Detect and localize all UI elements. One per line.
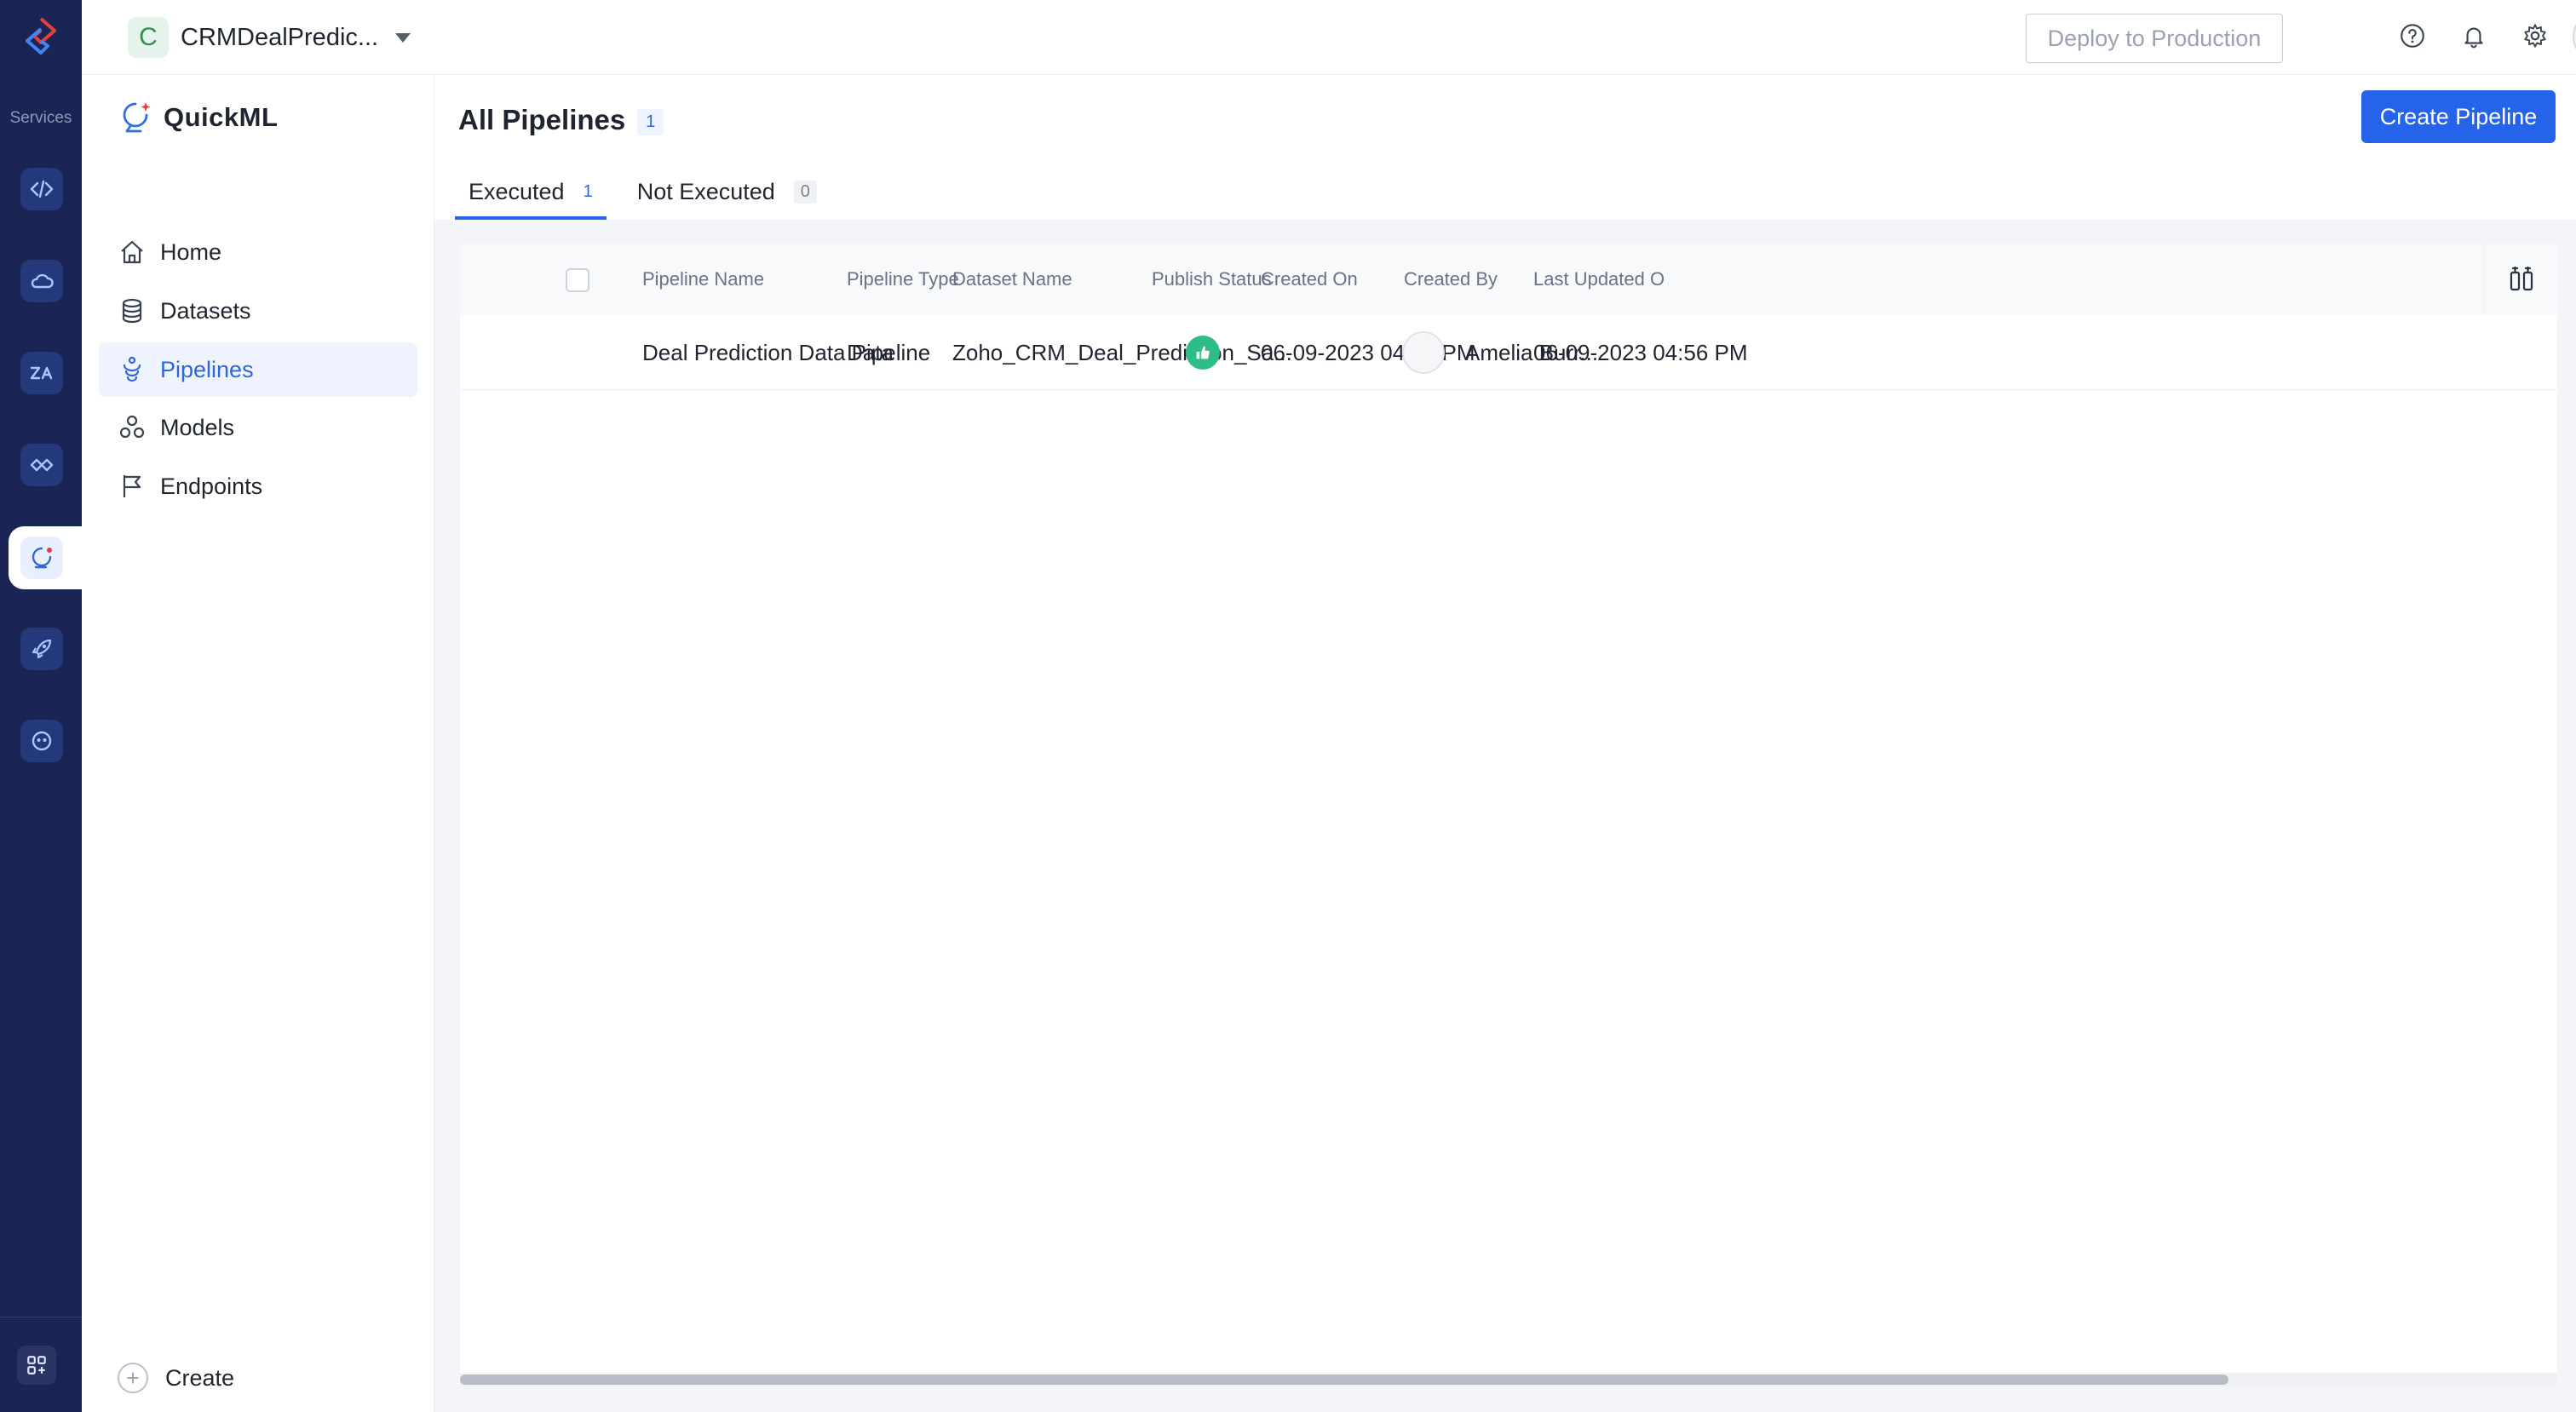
sidebar-item-label: Home bbox=[160, 238, 222, 265]
column-settings-icon bbox=[2510, 266, 2533, 291]
gear-icon bbox=[2524, 24, 2546, 48]
handshake-icon bbox=[30, 458, 54, 472]
services-rail: Services bbox=[0, 0, 82, 1412]
user-avatar[interactable] bbox=[2573, 12, 2576, 61]
tab-count: 0 bbox=[793, 180, 817, 204]
quickml-service-button[interactable] bbox=[20, 537, 63, 579]
integration-service-button[interactable] bbox=[20, 444, 63, 486]
sidebar-item-label: Models bbox=[160, 414, 235, 440]
flag-icon bbox=[123, 475, 141, 497]
sidebar-item-label: Datasets bbox=[160, 297, 251, 324]
project-name: CRMDealPredic... bbox=[181, 23, 379, 51]
column-header-created-by[interactable]: Created By bbox=[1404, 244, 1498, 315]
sidebar-item-label: Pipelines bbox=[160, 356, 254, 382]
rocket-icon bbox=[32, 639, 52, 659]
avatar bbox=[1402, 331, 1445, 374]
horizontal-scrollbar[interactable] bbox=[460, 1373, 2557, 1386]
code-icon bbox=[30, 180, 54, 198]
thumbs-up-icon bbox=[1186, 336, 1220, 370]
models-icon bbox=[119, 415, 145, 439]
create-pipeline-button[interactable]: Create Pipeline bbox=[2361, 90, 2556, 143]
top-bar: C CRMDealPredic... Deploy to Production bbox=[82, 0, 2576, 75]
caret-down-icon bbox=[395, 32, 411, 43]
tab-executed[interactable]: Executed 1 bbox=[455, 164, 607, 220]
column-header-created-on[interactable]: Created On bbox=[1261, 244, 1358, 315]
deploy-to-production-button[interactable]: Deploy to Production bbox=[2026, 14, 2283, 63]
publish-status-cell bbox=[1186, 315, 1220, 390]
column-header-last-updated-on[interactable]: Last Updated O bbox=[1533, 244, 1665, 315]
help-icon bbox=[2401, 24, 2424, 48]
thumbs-up-glyph bbox=[1196, 346, 1210, 359]
deploy-service-button[interactable] bbox=[20, 628, 63, 670]
column-header-pipeline-name[interactable]: Pipeline Name bbox=[642, 244, 764, 315]
select-all-checkbox[interactable] bbox=[566, 268, 589, 292]
sidebar-item-pipelines[interactable]: Pipelines bbox=[99, 342, 417, 397]
sidebar-item-models[interactable]: Models bbox=[99, 400, 417, 455]
notifications-button[interactable] bbox=[2457, 19, 2491, 53]
table-row[interactable]: Deal Prediction Data Pipeline Data Zoho_… bbox=[460, 315, 2557, 390]
main-panel: All Pipelines 1 Create Pipeline Executed … bbox=[434, 75, 2576, 1412]
tab-count: 1 bbox=[583, 181, 593, 201]
apps-grid-button[interactable] bbox=[17, 1346, 56, 1385]
pipeline-count-badge: 1 bbox=[637, 108, 664, 135]
dataset-name-cell: Zoho_CRM_Deal_Prediction_Sa... bbox=[952, 339, 1292, 365]
project-avatar: C bbox=[128, 17, 169, 58]
sidebar-item-home[interactable]: Home bbox=[99, 225, 417, 279]
settings-button[interactable] bbox=[2518, 19, 2552, 53]
services-label: Services bbox=[9, 109, 72, 127]
home-icon bbox=[121, 240, 143, 264]
column-header-pipeline-type[interactable]: Pipeline Type bbox=[847, 244, 959, 315]
rail-active-slot bbox=[9, 526, 82, 589]
page-title: All Pipelines 1 bbox=[458, 104, 664, 136]
tab-label: Not Executed bbox=[636, 178, 775, 204]
project-switcher[interactable]: C CRMDealPredic... bbox=[128, 17, 411, 58]
bot-icon bbox=[32, 731, 52, 751]
pipeline-tabs: Executed 1 Not Executed 0 bbox=[455, 164, 848, 220]
quickml-brand: QuickML bbox=[118, 99, 278, 136]
quickml-icon bbox=[32, 547, 52, 569]
tab-not-executed[interactable]: Not Executed 0 bbox=[624, 164, 831, 220]
zia-icon bbox=[30, 366, 53, 380]
pipelines-table: Pipeline Name Pipeline Type Dataset Name… bbox=[460, 244, 2557, 1385]
cloud-service-button[interactable] bbox=[20, 260, 63, 302]
column-header-dataset-name[interactable]: Dataset Name bbox=[952, 244, 1072, 315]
help-button[interactable] bbox=[2395, 19, 2429, 53]
database-icon bbox=[122, 298, 142, 324]
last-updated-cell: 06-09-2023 04:56 PM bbox=[1533, 339, 1748, 365]
quickml-sidebar: QuickML Home Datasets Pipelines Models E… bbox=[82, 75, 434, 1412]
quickml-logo-icon bbox=[123, 102, 151, 133]
code-service-button[interactable] bbox=[20, 168, 63, 210]
brand-name: QuickML bbox=[164, 102, 279, 132]
cloud-icon bbox=[31, 273, 54, 289]
page-header: All Pipelines 1 Create Pipeline Executed … bbox=[434, 75, 2576, 220]
pipeline-icon bbox=[123, 356, 141, 382]
column-header-publish-status[interactable]: Publish Status bbox=[1152, 244, 1272, 315]
apps-grid-icon bbox=[27, 1356, 46, 1375]
sidebar-item-label: Endpoints bbox=[160, 473, 263, 499]
plus-icon: + bbox=[118, 1363, 148, 1393]
column-settings-button[interactable] bbox=[2484, 244, 2557, 315]
catalyst-logo-icon[interactable] bbox=[22, 15, 60, 56]
page-title-text: All Pipelines bbox=[458, 104, 626, 135]
sidebar-item-datasets[interactable]: Datasets bbox=[99, 284, 417, 338]
bell-icon bbox=[2464, 27, 2483, 49]
bot-service-button[interactable] bbox=[20, 720, 63, 762]
pipeline-type-cell: Data bbox=[847, 339, 894, 365]
create-button[interactable]: + Create bbox=[118, 1363, 234, 1393]
create-label: Create bbox=[165, 1364, 235, 1391]
table-header: Pipeline Name Pipeline Type Dataset Name… bbox=[460, 244, 2557, 315]
zia-service-button[interactable] bbox=[20, 352, 63, 394]
sidebar-item-endpoints[interactable]: Endpoints bbox=[99, 459, 417, 514]
scrollbar-thumb[interactable] bbox=[460, 1375, 2228, 1385]
tab-label: Executed bbox=[469, 178, 565, 204]
